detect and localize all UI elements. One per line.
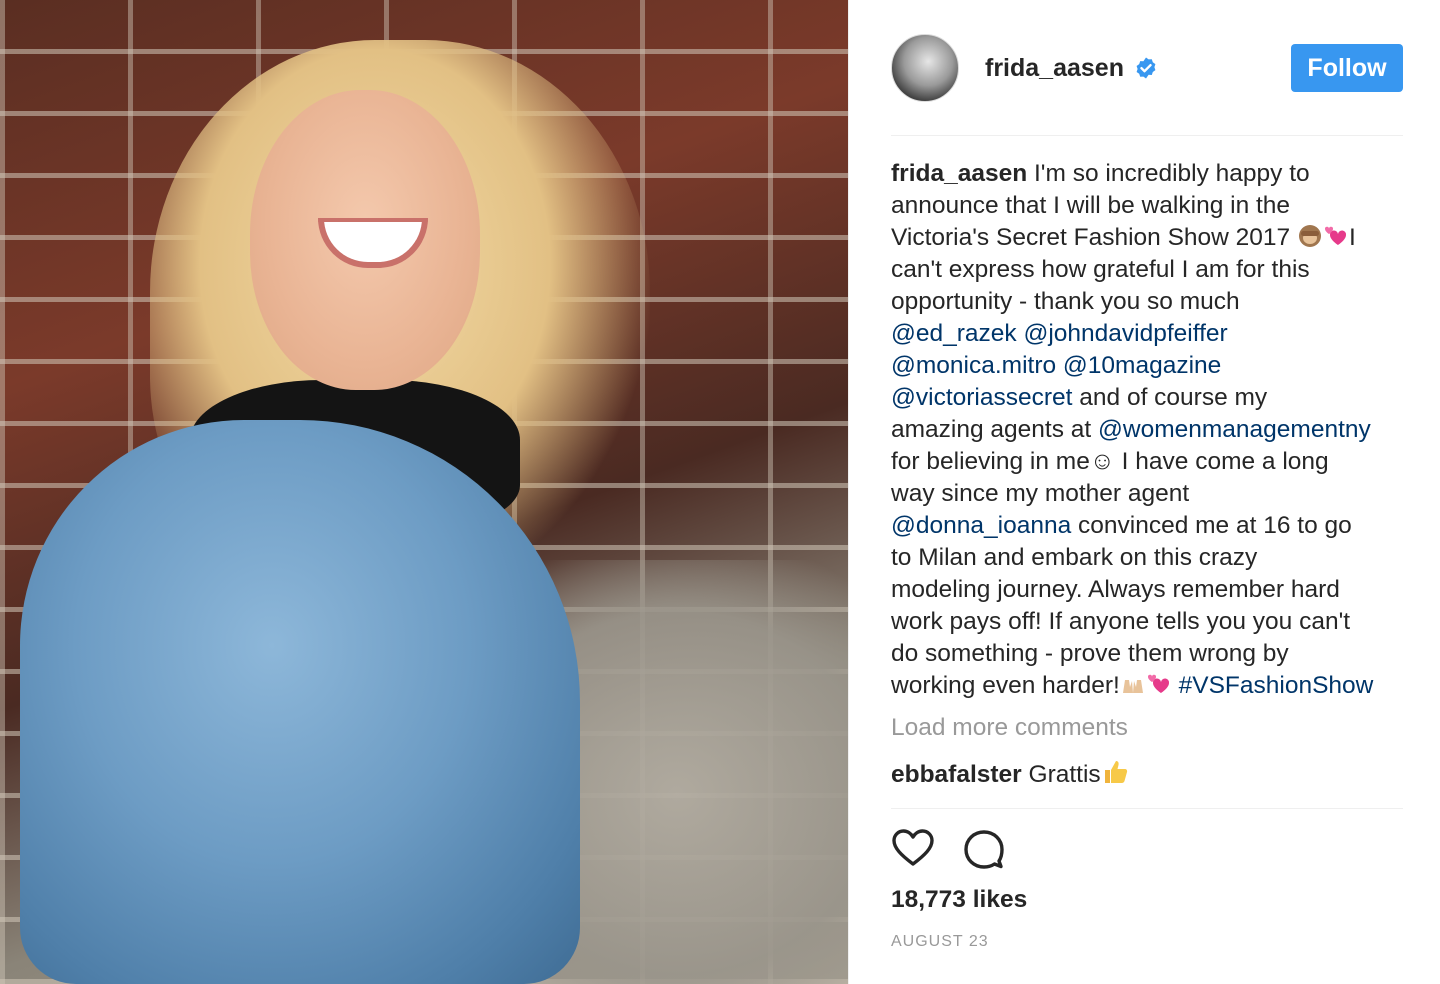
caption-line: work pays off! If anyone tells you you c… <box>891 606 1409 638</box>
avatar[interactable] <box>891 34 959 102</box>
hashtag-link[interactable]: #VSFashionShow <box>1179 672 1374 699</box>
mention-link[interactable]: @womenmanagementny <box>1098 416 1371 443</box>
username-link[interactable]: frida_aasen <box>985 54 1124 83</box>
caption-line: Victoria's Secret Fashion Show 2017 I <box>891 222 1409 254</box>
caption-text: amazing agents at <box>891 416 1099 443</box>
caption-text: can't express how grateful I am for this <box>891 256 1310 283</box>
caption-line: way since my mother agent <box>891 478 1409 510</box>
see-no-evil-monkey-emoji-icon <box>1298 225 1321 247</box>
mention-link[interactable]: @10magazine <box>1063 352 1221 379</box>
mention-link[interactable]: @monica.mitro <box>891 352 1056 379</box>
post-photo[interactable] <box>0 0 848 984</box>
post-date[interactable]: AUGUST 23 <box>891 933 989 951</box>
two-hearts-emoji-icon <box>1147 674 1169 693</box>
comment-icon[interactable] <box>963 828 1005 870</box>
caption-text: do something - prove them wrong by <box>891 640 1289 667</box>
caption-line: @donna_ioanna convinced me at 16 to go <box>891 510 1409 542</box>
smiley-icon: ☺ <box>1089 448 1115 475</box>
thumbs-up-emoji-icon <box>1104 761 1127 783</box>
caption-line: @monica.mitro @10magazine <box>891 350 1409 382</box>
caption-line: modeling journey. Always remember hard <box>891 574 1409 606</box>
mention-link[interactable]: @victoriassecret <box>891 384 1072 411</box>
caption-line: to Milan and embark on this crazy <box>891 542 1409 574</box>
mention-link[interactable]: @ed_razek <box>891 320 1017 347</box>
post-caption: frida_aasen I'm so incredibly happy to a… <box>891 158 1409 702</box>
caption-text: I'm so incredibly happy to <box>1027 160 1310 187</box>
caption-text: I <box>1348 224 1356 251</box>
follow-button[interactable]: Follow <box>1291 44 1403 92</box>
caption-line: can't express how grateful I am for this <box>891 254 1409 286</box>
caption-text: modeling journey. Always remember hard <box>891 576 1340 603</box>
two-hearts-emoji-icon <box>1324 226 1347 245</box>
caption-line: frida_aasen I'm so incredibly happy to <box>891 158 1409 190</box>
caption-text: way since my mother agent <box>891 480 1190 507</box>
photo-jacket <box>20 420 580 984</box>
caption-text: convinced me at 16 to go <box>1071 512 1352 539</box>
comment-text: Grattis <box>1021 761 1101 788</box>
caption-text: Victoria's Secret Fashion Show 2017 <box>891 224 1297 251</box>
caption-text: and of course my <box>1072 384 1268 411</box>
caption-text: work pays off! If anyone tells you you c… <box>891 608 1351 635</box>
likes-count[interactable]: 18,773 likes <box>891 886 1027 914</box>
post-sidebar: frida_aasen Follow frida_aasen I'm so in… <box>848 0 1440 984</box>
mention-link[interactable]: @donna_ioanna <box>891 512 1071 539</box>
post-actions <box>891 828 1005 870</box>
heart-icon[interactable] <box>891 828 935 868</box>
caption-line: announce that I will be walking in the <box>891 190 1409 222</box>
caption-text: I have come a long <box>1114 448 1329 475</box>
caption-username[interactable]: frida_aasen <box>891 160 1027 187</box>
comment-username[interactable]: ebbafalster <box>891 761 1022 788</box>
header-divider <box>891 135 1403 136</box>
caption-line: @victoriassecret and of course my <box>891 382 1409 414</box>
caption-line: working even harder! #VSFashionShow <box>891 670 1409 702</box>
caption-line: amazing agents at @womenmanagementny <box>891 414 1409 446</box>
comments-divider <box>891 808 1403 809</box>
caption-line: opportunity - thank you so much <box>891 286 1409 318</box>
post-header: frida_aasen Follow <box>891 34 1403 102</box>
load-more-comments-button[interactable]: Load more comments <box>891 714 1128 742</box>
comment-row: ebbafalster Grattis <box>891 758 1129 789</box>
caption-text: announce that I will be walking in the <box>891 192 1291 219</box>
caption-text: opportunity - thank you so much <box>891 288 1240 315</box>
caption-line: for believing in me☺ I have come a long <box>891 446 1409 478</box>
caption-text: for believing in me <box>891 448 1090 475</box>
caption-text: working even harder! <box>891 672 1120 699</box>
mention-link[interactable]: @johndavidpfeiffer <box>1023 320 1227 347</box>
caption-line: @ed_razek @johndavidpfeiffer <box>891 318 1409 350</box>
caption-line: do something - prove them wrong by <box>891 638 1409 670</box>
raising-hands-emoji-icon <box>1122 680 1143 693</box>
caption-text: to Milan and embark on this crazy <box>891 544 1258 571</box>
verified-badge-icon <box>1136 57 1156 79</box>
